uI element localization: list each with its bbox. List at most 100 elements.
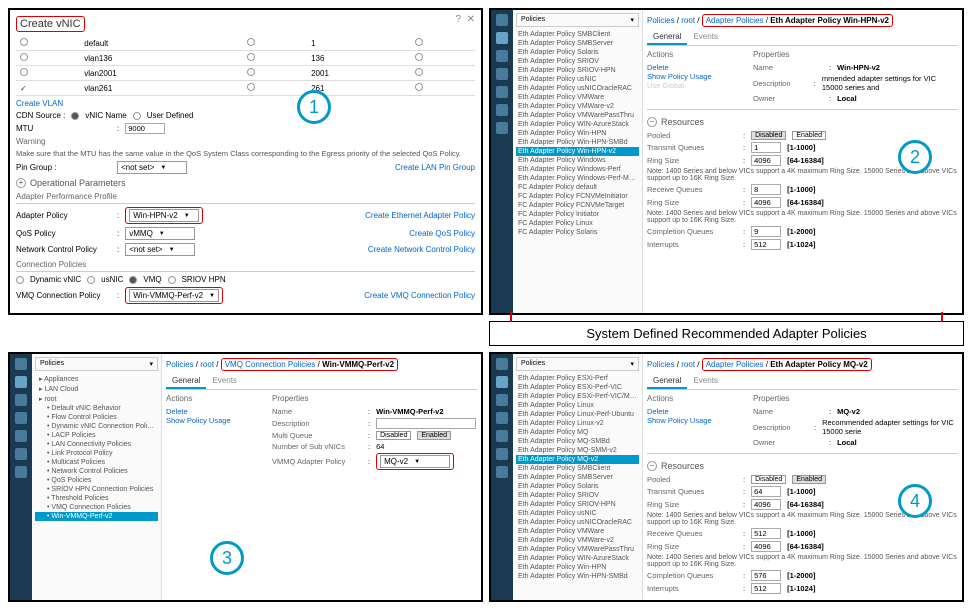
vmmq-adapter-select[interactable]: MQ-v2 [380, 455, 450, 468]
sidebar-item[interactable]: Eth Adapter Policy VMWare-v2 [516, 536, 639, 545]
check-icon[interactable]: ✓ [20, 84, 27, 93]
radio-icon[interactable] [87, 276, 95, 284]
disabled-toggle[interactable]: Disabled [376, 431, 411, 440]
cq-input[interactable] [751, 570, 781, 581]
enabled-toggle[interactable]: Enabled [792, 475, 826, 484]
sidebar-item[interactable]: Eth Adapter Policy Linux-Perf-Ubuntu [516, 410, 639, 419]
nav-icon[interactable] [496, 32, 508, 44]
sidebar-item[interactable]: FC Adapter Policy Linux [516, 219, 639, 228]
radio-icon[interactable] [247, 83, 255, 91]
nav-icon[interactable] [496, 68, 508, 80]
sidebar-item[interactable]: Eth Adapter Policy MQ [516, 428, 639, 437]
sidebar-item[interactable]: • VMQ Connection Policies [35, 503, 158, 512]
sidebar-item[interactable]: Eth Adapter Policy usNICOracleRAC [516, 84, 639, 93]
sidebar-item[interactable]: Eth Adapter Policy ESXi-Perf-VIC/Mel-NIC [516, 392, 639, 401]
collapse-icon[interactable]: − [647, 461, 657, 471]
sidebar-item[interactable]: Eth Adapter Policy Linux [516, 401, 639, 410]
create-eth-link[interactable]: Create Ethernet Adapter Policy [365, 211, 475, 220]
sidebar-item[interactable]: Eth Adapter Policy WIN-AzureStack [516, 554, 639, 563]
sidebar-item[interactable]: • Network Control Policies [35, 467, 158, 476]
sidebar-item[interactable]: Eth Adapter Policy VMWarePassThru [516, 111, 639, 120]
sidebar-item[interactable]: ▸ root [35, 394, 158, 404]
sidebar-item[interactable]: • Link Protocol Policy [35, 449, 158, 458]
sidebar-item[interactable]: Eth Adapter Policy SRIOV [516, 57, 639, 66]
radio-icon[interactable] [168, 276, 176, 284]
radio-icon[interactable] [129, 276, 137, 284]
nav-icon[interactable] [496, 412, 508, 424]
sidebar-item[interactable]: Eth Adapter Policy SRIOV-HPN [516, 500, 639, 509]
desc-input[interactable] [376, 418, 476, 429]
help-icon[interactable]: ? [455, 14, 461, 25]
enabled-toggle[interactable]: Enabled [792, 131, 826, 140]
sidebar-item[interactable]: FC Adapter Policy Initiator [516, 210, 639, 219]
nav-icon[interactable] [496, 394, 508, 406]
ring-size-input[interactable] [751, 155, 781, 166]
tab-general[interactable]: General [647, 30, 687, 45]
tab-events[interactable]: Events [206, 374, 242, 387]
close-icon[interactable]: ✕ [467, 14, 475, 25]
pin-group-select[interactable]: <not set> [117, 161, 187, 174]
sidebar-item[interactable]: Eth Adapter Policy SMBClient [516, 464, 639, 473]
table-row[interactable]: ✓vlan261261 [16, 81, 475, 96]
sidebar-item[interactable]: Eth Adapter Policy usNIC [516, 509, 639, 518]
sidebar-item[interactable]: ▸ Appliances [35, 374, 158, 384]
delete-link[interactable]: Delete [166, 407, 256, 416]
table-row[interactable]: vlan20012001 [16, 66, 475, 81]
sidebar-item[interactable]: Eth Adapter Policy Solaris [516, 482, 639, 491]
sidebar-item[interactable]: Eth Adapter Policy WIN-AzureStack [516, 120, 639, 129]
sidebar-item[interactable]: Eth Adapter Policy Windows [516, 156, 639, 165]
interrupts-input[interactable] [751, 239, 781, 250]
nav-icon[interactable] [15, 448, 27, 460]
sidebar-item[interactable]: Eth Adapter Policy Win-HPN-SMBd [516, 572, 639, 581]
nav-icon[interactable] [496, 122, 508, 134]
sidebar-item[interactable]: • Default vNIC Behavior [35, 404, 158, 413]
sidebar-item[interactable]: Eth Adapter Policy SMBServer [516, 39, 639, 48]
sidebar-item[interactable]: Eth Adapter Policy Win-HPN-v2 [516, 147, 639, 156]
ring-size-input[interactable] [751, 499, 781, 510]
sidebar-select[interactable]: Policies▾ [516, 13, 639, 27]
nav-icon[interactable] [15, 358, 27, 370]
mtu-input[interactable] [125, 123, 165, 134]
sidebar-item[interactable]: Eth Adapter Policy Linux-v2 [516, 419, 639, 428]
sidebar-select[interactable]: Policies▾ [516, 357, 639, 371]
sidebar-item[interactable]: • SRIOV HPN Connection Policies [35, 485, 158, 494]
sidebar-item[interactable]: Eth Adapter Policy VMWare [516, 93, 639, 102]
disabled-toggle[interactable]: Disabled [751, 475, 786, 484]
radio-icon[interactable] [415, 83, 423, 91]
sidebar-item[interactable]: Eth Adapter Policy Solaris [516, 48, 639, 57]
sidebar-item[interactable]: • Win-VMMQ-Perf-v2 [35, 512, 158, 521]
expand-icon[interactable]: + [16, 178, 26, 188]
sidebar-item[interactable]: Eth Adapter Policy SMBClient [516, 30, 639, 39]
nav-icon[interactable] [496, 86, 508, 98]
sidebar-item[interactable]: FC Adapter Policy Solaris [516, 228, 639, 237]
nav-icon[interactable] [496, 376, 508, 388]
radio-icon[interactable] [247, 38, 255, 46]
create-lan-pin-link[interactable]: Create LAN Pin Group [395, 163, 475, 172]
sidebar-item[interactable]: Eth Adapter Policy SRIOV-HPN [516, 66, 639, 75]
sidebar-item[interactable]: • LACP Policies [35, 431, 158, 440]
vmq-conn-select[interactable]: Win-VMMQ-Perf-v2 [129, 289, 219, 302]
sidebar-item[interactable]: • Multicast Policies [35, 458, 158, 467]
sidebar-item[interactable]: ▸ LAN Cloud [35, 384, 158, 394]
radio-icon[interactable] [415, 38, 423, 46]
sidebar-item[interactable]: Eth Adapter Policy SRIOV [516, 491, 639, 500]
disabled-toggle[interactable]: Disabled [751, 131, 786, 140]
radio-icon[interactable] [247, 68, 255, 76]
sidebar-item[interactable]: FC Adapter Policy FCNVMeInitiator [516, 192, 639, 201]
nav-icon[interactable] [496, 358, 508, 370]
radio-icon[interactable] [133, 112, 141, 120]
sidebar-item[interactable]: Eth Adapter Policy MQ-SMM-v2 [516, 446, 639, 455]
sidebar-item[interactable]: Eth Adapter Policy Windows-Perf [516, 165, 639, 174]
table-row[interactable]: default1 [16, 36, 475, 51]
interrupts-input[interactable] [751, 583, 781, 594]
sidebar-item[interactable]: • Dynamic vNIC Connection Policies [35, 422, 158, 431]
create-vlan-link[interactable]: Create VLAN [16, 99, 63, 108]
tab-general[interactable]: General [647, 374, 687, 389]
sidebar-item[interactable]: FC Adapter Policy default [516, 183, 639, 192]
sidebar-item[interactable]: • QoS Policies [35, 476, 158, 485]
sidebar-item[interactable]: Eth Adapter Policy Windows-Perf-Monitori… [516, 174, 639, 183]
radio-icon[interactable] [20, 68, 28, 76]
net-ctrl-select[interactable]: <not set> [125, 243, 195, 256]
collapse-icon[interactable]: − [647, 117, 657, 127]
ring-size-input-2[interactable] [751, 197, 781, 208]
